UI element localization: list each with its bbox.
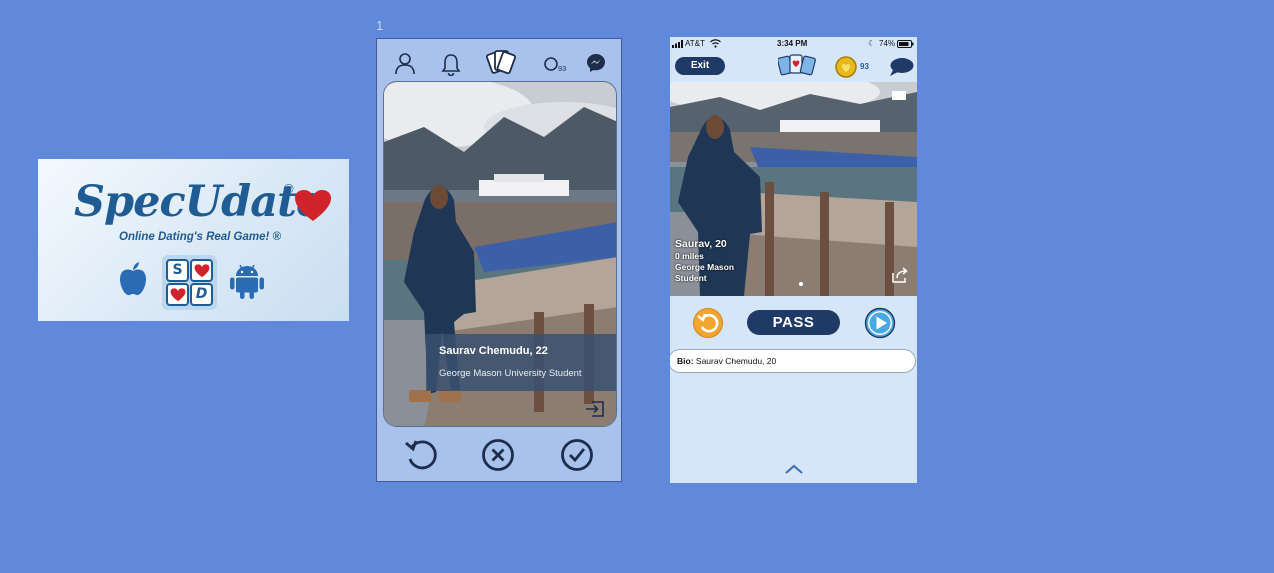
signal-icon — [672, 40, 683, 48]
heart-icon — [295, 190, 331, 221]
reject-icon[interactable] — [481, 438, 515, 472]
phone-mockup-1: 93 Saurav Chemudu, 22 George Mason Unive… — [376, 38, 622, 482]
undo-icon[interactable] — [692, 307, 724, 339]
specudate-logo-card: SpecUdate ® Online Dating's Real Game! ®… — [38, 159, 349, 321]
profile-name: Saurav Chemudu, 22 — [439, 345, 548, 357]
coin-count: 93 — [860, 62, 869, 71]
carrier: AT&T — [685, 39, 705, 48]
coin-count: 93 — [558, 64, 567, 73]
apple-icon[interactable] — [118, 261, 148, 297]
coins-icon[interactable] — [543, 56, 559, 72]
coin-icon[interactable] — [835, 56, 857, 78]
enter-icon[interactable] — [585, 400, 605, 418]
bell-icon[interactable] — [441, 52, 461, 76]
accept-icon[interactable] — [560, 438, 594, 472]
app-icon-tile[interactable]: S D — [162, 255, 217, 310]
chevron-up-icon[interactable] — [784, 463, 804, 475]
profile-name-age: Saurav, 20 — [675, 238, 727, 250]
bio-label: Bio: — [677, 356, 694, 366]
profile-school: George Mason University Student — [439, 368, 582, 379]
play-next-icon[interactable] — [864, 307, 896, 339]
exit-button[interactable]: Exit — [675, 57, 725, 75]
phone-screenshot-2: AT&T 3:34 PM ☾ 74% Exit 93 Saurav, 20 0 … — [670, 37, 917, 483]
registered-mark: ® — [284, 181, 294, 196]
profile-school-line1: George Mason — [675, 262, 735, 272]
tile-letter-s: S — [166, 259, 189, 282]
battery-icon — [897, 40, 914, 48]
profile-info-card[interactable]: Saurav Chemudu, 22 George Mason Universi… — [426, 334, 616, 391]
artboard-number: 1 — [376, 18, 384, 33]
messenger-icon[interactable] — [586, 53, 606, 73]
profile-school-line2: Student — [675, 273, 707, 283]
profile-photo[interactable]: Saurav, 20 0 miles George Mason Student — [670, 82, 917, 296]
chat-bubble-icon[interactable] — [888, 57, 914, 77]
bio-value: Saurav Chemudu, 20 — [695, 356, 777, 366]
clock: 3:34 PM — [777, 39, 808, 48]
bio-text: Bio: Saurav Chemudu, 20 — [677, 356, 776, 366]
battery-percent: 74% — [879, 39, 896, 48]
profile-icon[interactable] — [394, 52, 416, 76]
cards-icon[interactable] — [485, 47, 517, 79]
tile-heart-icon — [190, 259, 213, 282]
bio-bar[interactable]: Bio: Saurav Chemudu, 20 — [670, 349, 916, 373]
moon-icon: ☾ — [868, 39, 876, 48]
tile-heart-icon — [166, 283, 189, 306]
pass-button[interactable]: PASS — [747, 310, 840, 335]
profile-distance: 0 miles — [675, 251, 704, 261]
tile-letter-d: D — [190, 283, 213, 306]
undo-icon[interactable] — [404, 437, 438, 471]
page-dot — [799, 282, 803, 286]
android-icon[interactable] — [228, 262, 266, 300]
status-bar: AT&T 3:34 PM ☾ 74% — [670, 37, 917, 51]
share-icon[interactable] — [891, 267, 909, 283]
logo-tagline: Online Dating's Real Game! ® — [119, 231, 282, 243]
wifi-icon — [710, 39, 721, 48]
profile-photo[interactable]: Saurav Chemudu, 22 George Mason Universi… — [383, 81, 617, 427]
cards-icon[interactable] — [778, 53, 816, 79]
